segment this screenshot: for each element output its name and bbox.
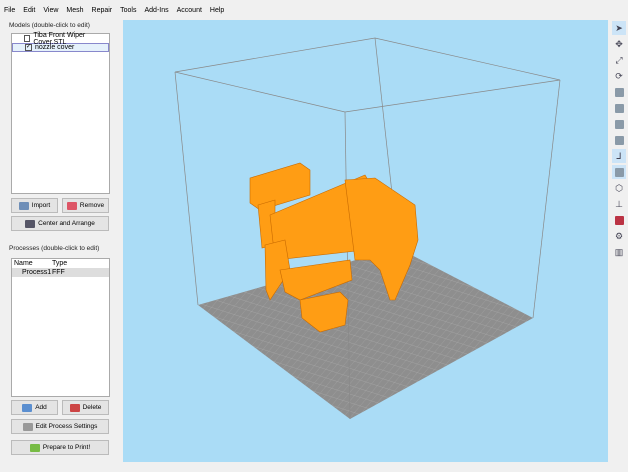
view-iso-icon[interactable]: [612, 133, 626, 147]
model-checkbox[interactable]: [24, 35, 31, 42]
scene: [174, 37, 561, 420]
gears-icon: [22, 422, 33, 431]
prepare-label: Prepare to Print!: [42, 444, 91, 451]
solid-view-icon[interactable]: [612, 165, 626, 179]
import-label: Import: [31, 202, 51, 209]
add-icon: [22, 403, 33, 412]
delete-label: Delete: [82, 404, 102, 411]
models-title: Models (double-click to edit): [9, 22, 90, 29]
processes-list[interactable]: Name Type Process1 FFF: [11, 258, 110, 397]
view-side-icon[interactable]: [612, 117, 626, 131]
model-checkbox[interactable]: ✓: [25, 44, 32, 51]
3d-viewport[interactable]: [123, 20, 608, 462]
settings-icon[interactable]: ⚙: [612, 229, 626, 243]
delete-button[interactable]: Delete: [62, 400, 109, 415]
view-top-icon[interactable]: [612, 101, 626, 115]
scale-icon[interactable]: ⤢: [612, 53, 626, 67]
select-icon[interactable]: ➤: [612, 21, 626, 35]
menu-edit[interactable]: Edit: [23, 7, 35, 14]
model-name: nozzle cover: [35, 44, 75, 51]
add-button[interactable]: Add: [11, 400, 58, 415]
import-button[interactable]: Import: [11, 198, 58, 213]
menu-addins[interactable]: Add-Ins: [144, 7, 168, 14]
wireframe-icon[interactable]: ⬡: [612, 181, 626, 195]
prepare-print-button[interactable]: Prepare to Print!: [11, 440, 109, 455]
menu-bar: File Edit View Mesh Repair Tools Add-Ins…: [0, 0, 628, 20]
menu-mesh[interactable]: Mesh: [66, 7, 83, 14]
checkmark-icon: [29, 443, 40, 452]
process-type: FFF: [52, 269, 65, 276]
cross-section-icon[interactable]: [612, 213, 626, 227]
processes-header: Name Type: [12, 259, 109, 268]
menu-help[interactable]: Help: [210, 7, 224, 14]
supports-icon[interactable]: ▥: [612, 245, 626, 259]
move-icon[interactable]: ✥: [612, 37, 626, 51]
edit-process-button[interactable]: Edit Process Settings: [11, 419, 109, 434]
menu-file[interactable]: File: [4, 7, 15, 14]
build-plate: [198, 248, 533, 419]
header-name: Name: [14, 260, 33, 267]
remove-label: Remove: [79, 202, 105, 209]
axes-icon[interactable]: ⅃: [612, 149, 626, 163]
processes-title: Processes (double-click to edit): [9, 245, 100, 252]
rotate-icon[interactable]: ⟳: [612, 69, 626, 83]
menu-view[interactable]: View: [43, 7, 58, 14]
arrange-icon: [25, 219, 36, 228]
center-arrange-button[interactable]: Center and Arrange: [11, 216, 109, 231]
delete-icon: [69, 403, 80, 412]
remove-icon: [66, 201, 77, 210]
model-item[interactable]: Tiba Front Wiper Cover.STL: [12, 32, 109, 46]
header-type: Type: [52, 260, 68, 267]
edit-label: Edit Process Settings: [35, 423, 98, 430]
import-icon: [18, 201, 29, 210]
process-name: Process1: [22, 269, 52, 276]
menu-tools[interactable]: Tools: [120, 7, 136, 14]
add-label: Add: [35, 404, 47, 411]
menu-repair[interactable]: Repair: [92, 7, 113, 14]
menu-account[interactable]: Account: [177, 7, 202, 14]
remove-button[interactable]: Remove: [62, 198, 109, 213]
center-label: Center and Arrange: [38, 220, 95, 227]
models-list[interactable]: Tiba Front Wiper Cover.STL ✓ nozzle cove…: [11, 32, 110, 194]
process-row[interactable]: Process1 FFF: [12, 268, 109, 277]
view-front-icon[interactable]: [612, 85, 626, 99]
build-table-icon[interactable]: ⊥: [612, 197, 626, 211]
view-toolbar: ➤ ✥ ⤢ ⟳ ⅃ ⬡ ⊥ ⚙ ▥: [610, 20, 628, 261]
